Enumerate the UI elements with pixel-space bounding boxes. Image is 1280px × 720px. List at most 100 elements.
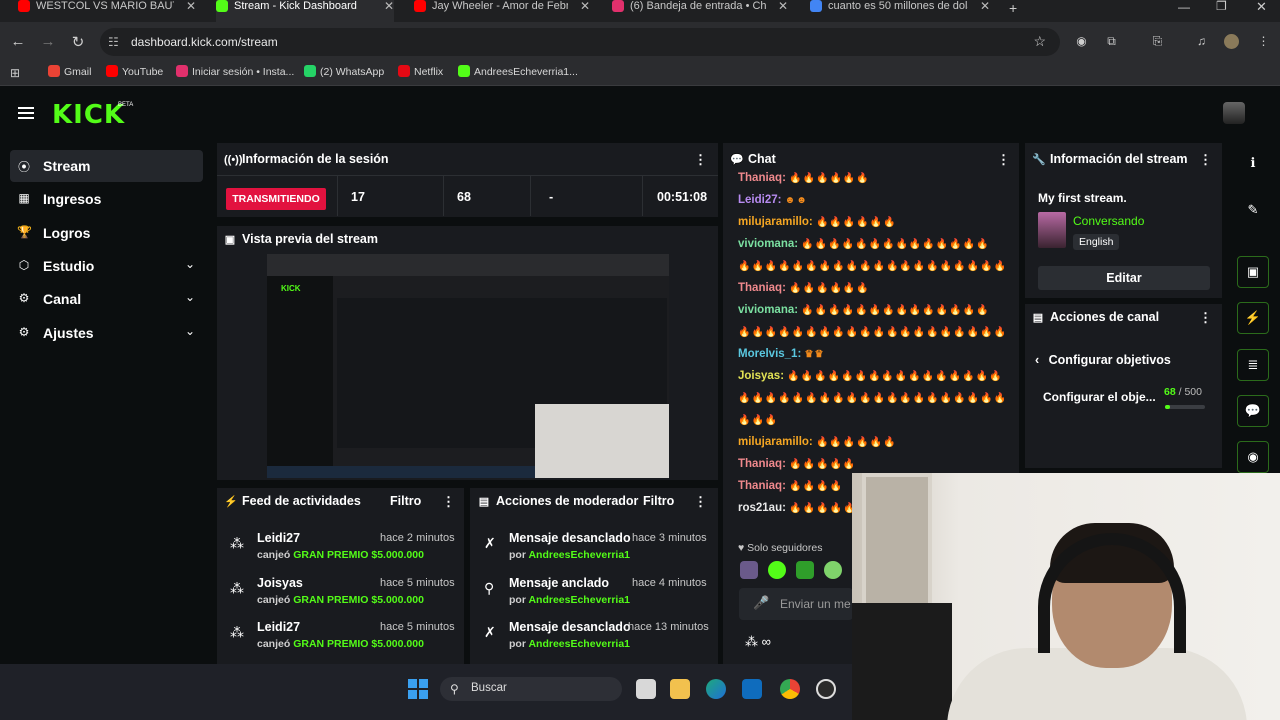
chat-username[interactable]: Leidi27:: [738, 194, 781, 206]
bookmark-star-icon[interactable]: ☆: [1033, 33, 1046, 50]
cast-icon[interactable]: ⎘: [1150, 34, 1165, 49]
feed-user[interactable]: Joisyas: [257, 576, 303, 590]
media-control-icon[interactable]: ♫: [1194, 34, 1209, 49]
moderator-action-time: hace 4 minutos: [632, 576, 707, 589]
configure-goals-back[interactable]: ‹ Configurar objetivos: [1035, 353, 1171, 367]
chat-username[interactable]: Morelvis_1:: [738, 348, 801, 360]
browser-tab[interactable]: Stream - Kick Dashboard ✕: [216, 0, 394, 22]
browser-tab[interactable]: cuanto es 50 millones de dolare ✕: [810, 0, 990, 22]
emote-icon[interactable]: [824, 561, 842, 579]
goal-label[interactable]: Configurar el obje...: [1043, 390, 1156, 404]
sidebar-item-logros[interactable]: 🏆 Logros: [10, 217, 203, 249]
feed-kebab-icon[interactable]: ⋮: [442, 494, 455, 510]
task-view-icon[interactable]: [636, 679, 656, 699]
bookmark-item[interactable]: AndreesEcheverria1...: [458, 65, 578, 78]
emote-icon[interactable]: [796, 561, 814, 579]
sidebar-item-ingresos[interactable]: ▦ Ingresos: [10, 183, 203, 215]
info-icon[interactable]: ℹ: [1237, 148, 1269, 180]
close-tab-icon[interactable]: ✕: [980, 0, 990, 13]
emote-icon[interactable]: [768, 561, 786, 579]
hamburger-menu-icon[interactable]: [18, 104, 36, 122]
broadcast-icon[interactable]: ◉: [1237, 441, 1269, 473]
moderator-name[interactable]: AndreesEcheverria1: [528, 594, 630, 606]
outlook-icon[interactable]: [742, 679, 762, 699]
chat-username[interactable]: viviomana:: [738, 304, 798, 316]
chat-username[interactable]: ros21au:: [738, 502, 786, 514]
user-avatar[interactable]: [1223, 102, 1245, 124]
bookmark-item[interactable]: YouTube: [106, 65, 163, 78]
windows-start-icon[interactable]: [408, 679, 428, 699]
reload-icon[interactable]: ↻: [70, 33, 86, 51]
edit-icon[interactable]: ✎: [1237, 195, 1269, 227]
chat-username[interactable]: viviomana:: [738, 238, 798, 250]
stream-info-kebab-icon[interactable]: ⋮: [1199, 152, 1212, 168]
bookmark-item[interactable]: Iniciar sesión • Insta...: [176, 65, 294, 78]
browser-menu-icon[interactable]: ⋮: [1256, 34, 1271, 49]
chat-kebab-icon[interactable]: ⋮: [997, 152, 1010, 168]
close-tab-icon[interactable]: ✕: [580, 0, 590, 13]
chat-input[interactable]: 🎤 Enviar un me: [739, 588, 853, 620]
notes-icon[interactable]: ≣: [1237, 349, 1269, 381]
file-explorer-icon[interactable]: [670, 679, 690, 699]
chat-username[interactable]: Thaniaq:: [738, 172, 786, 184]
kick-logo[interactable]: KICK: [52, 100, 125, 130]
chat-username[interactable]: Joisyas:: [738, 370, 784, 382]
chat-username[interactable]: milujaramillo:: [738, 216, 813, 228]
moderator-name[interactable]: AndreesEcheverria1: [528, 638, 630, 650]
lightning-icon[interactable]: ⚡: [1237, 302, 1269, 334]
stream-info-header: 🔧 Información del stream: [1032, 152, 1188, 166]
feed-filter-button[interactable]: Filtro: [390, 494, 421, 508]
screen-icon[interactable]: ▣: [1237, 256, 1269, 288]
chevron-down-icon: ⌄: [184, 290, 195, 305]
chat-message: Thaniaq: 🔥🔥🔥🔥🔥🔥: [738, 172, 870, 184]
emote-icon[interactable]: [740, 561, 758, 579]
apps-grid-icon[interactable]: ⊞: [10, 66, 20, 80]
bookmark-item[interactable]: Netflix: [398, 65, 443, 78]
chat-username[interactable]: Thaniaq:: [738, 480, 786, 492]
profile-avatar[interactable]: [1224, 34, 1239, 49]
channel-actions-kebab-icon[interactable]: ⋮: [1199, 310, 1212, 326]
sidebar-item-stream[interactable]: ⦿ Stream: [10, 150, 203, 182]
site-info-icon[interactable]: ☷: [108, 35, 119, 49]
moderator-kebab-icon[interactable]: ⋮: [694, 494, 707, 510]
sidebar-item-canal[interactable]: ⚙ Canal ⌄: [10, 283, 203, 315]
obs-icon[interactable]: [816, 679, 836, 699]
forward-icon[interactable]: →: [40, 33, 56, 50]
edge-icon[interactable]: [706, 679, 726, 699]
close-tab-icon[interactable]: ✕: [186, 0, 196, 13]
url-bar[interactable]: ☷ dashboard.kick.com/stream ☆: [100, 28, 1060, 56]
new-tab-button[interactable]: +: [1009, 0, 1017, 16]
sidebar-item-estudio[interactable]: ⬡ Estudio ⌄: [10, 250, 203, 282]
points-icon[interactable]: ⁂ ∞: [745, 634, 771, 650]
category-name[interactable]: Conversando: [1073, 214, 1144, 228]
microphone-icon[interactable]: 🎤: [753, 595, 769, 611]
taskbar-search[interactable]: ⚲ Buscar: [440, 677, 622, 701]
extension-icon[interactable]: ◉: [1074, 34, 1089, 49]
session-kebab-icon[interactable]: ⋮: [694, 152, 707, 168]
browser-tab[interactable]: (6) Bandeja de entrada • Chats ✕: [612, 0, 788, 22]
followers-only-label: ♥ Solo seguidores: [738, 542, 822, 554]
chat-username[interactable]: milujaramillo:: [738, 436, 813, 448]
browser-tab[interactable]: Jay Wheeler - Amor de Febr ✕: [414, 0, 590, 22]
browser-tab[interactable]: WESTCOL VS MARIO BAUTISTA ✕: [18, 0, 196, 22]
close-tab-icon[interactable]: ✕: [778, 0, 788, 13]
feed-user[interactable]: Leidi27: [257, 531, 300, 545]
bookmark-item[interactable]: (2) WhatsApp: [304, 65, 384, 78]
chat-bubble-icon[interactable]: 💬: [1237, 395, 1269, 427]
sidebar-item-ajustes[interactable]: ⚙ Ajustes ⌄: [10, 317, 203, 349]
back-icon[interactable]: ←: [10, 33, 26, 50]
chrome-icon[interactable]: [780, 679, 800, 699]
moderator-name[interactable]: AndreesEcheverria1: [528, 549, 630, 561]
bookmark-item[interactable]: Gmail: [48, 65, 91, 78]
close-tab-icon[interactable]: ✕: [384, 0, 394, 13]
stream-preview-video[interactable]: KICK: [267, 254, 669, 478]
feed-user[interactable]: Leidi27: [257, 620, 300, 634]
moderator-filter-button[interactable]: Filtro: [643, 494, 674, 508]
extensions-puzzle-icon[interactable]: ⧉: [1104, 34, 1119, 49]
close-window-icon[interactable]: ✕: [1256, 0, 1267, 15]
minimize-window-icon[interactable]: —: [1178, 0, 1190, 14]
edit-stream-button[interactable]: Editar: [1038, 266, 1210, 290]
chat-username[interactable]: Thaniaq:: [738, 282, 786, 294]
restore-window-icon[interactable]: ❐: [1216, 0, 1227, 13]
chat-username[interactable]: Thaniaq:: [738, 458, 786, 470]
